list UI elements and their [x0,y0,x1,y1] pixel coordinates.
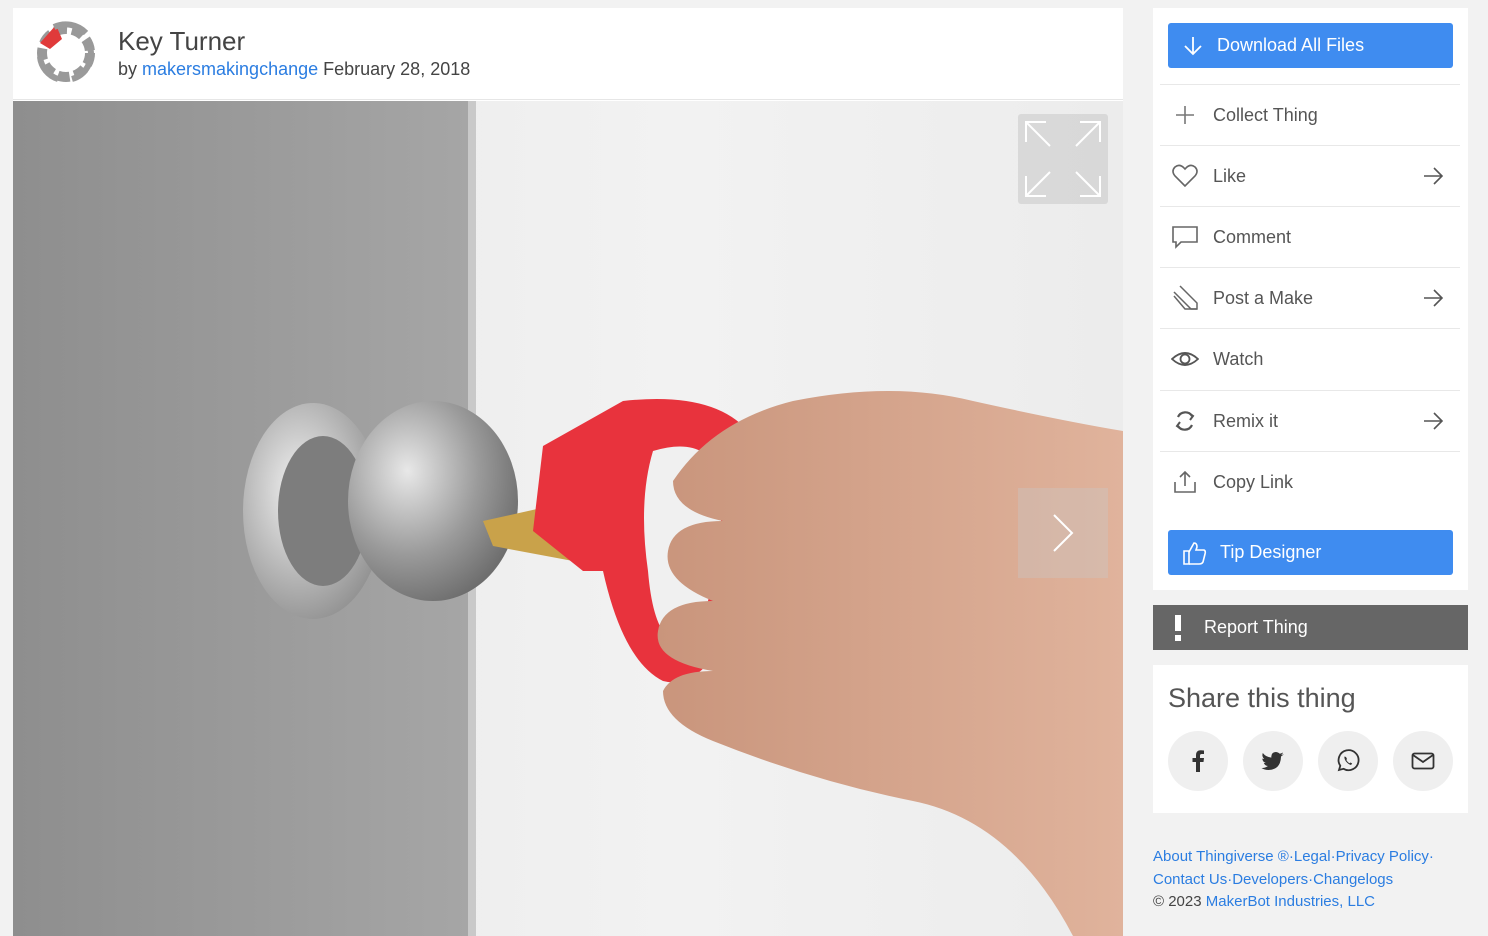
like-label: Like [1213,165,1247,186]
like-button[interactable]: Like [1160,145,1460,206]
share-title: Share this thing [1168,683,1356,713]
share-upload-icon [1174,470,1196,493]
about-thingiverse-link[interactable]: About Thingiverse ® [1153,848,1289,865]
copy-link-button[interactable]: Copy Link [1160,451,1460,512]
post-a-make-label: Post a Make [1213,287,1314,308]
byline-prefix: by [118,59,138,79]
twitter-icon [1261,752,1284,770]
watch-label: Watch [1213,348,1264,369]
expand-icon [1025,121,1101,197]
watch-button[interactable]: Watch [1160,328,1460,389]
eye-icon [1171,352,1199,366]
tip-designer-button[interactable]: Tip Designer [1168,530,1453,575]
comment-icon [1172,226,1198,249]
share-whatsapp-button[interactable] [1318,731,1378,791]
developers-link[interactable]: Developers [1232,871,1308,888]
footer-copyright: © 2023 MakerBot Industries, LLC [1153,891,1473,914]
collect-thing-button[interactable]: Collect Thing [1160,84,1460,145]
thing-title: Key Turner [118,26,246,56]
byline: by makersmakingchange February 28, 2018 [118,59,470,80]
share-email-button[interactable] [1393,731,1453,791]
download-all-files-button[interactable]: Download All Files [1168,23,1453,68]
author-link[interactable]: makersmakingchange [142,59,318,79]
thing-header: Key Turner by makersmakingchange Februar… [13,8,1123,100]
publish-date: February 28, 2018 [323,59,471,79]
report-thing-label: Report Thing [1204,617,1308,637]
post-a-make-button[interactable]: Post a Make [1160,267,1460,328]
plus-icon [1176,106,1194,124]
makersmakingchange-logo-icon[interactable] [31,18,101,88]
exclamation-icon [1175,614,1181,641]
share-twitter-button[interactable] [1243,731,1303,791]
make-icon [1173,285,1198,310]
contact-us-link[interactable]: Contact Us [1153,871,1227,888]
privacy-policy-link[interactable]: Privacy Policy [1336,848,1429,865]
makerbot-link[interactable]: MakerBot Industries, LLC [1206,893,1375,910]
arrow-right-icon [1424,167,1444,185]
comment-label: Comment [1213,226,1292,247]
footer: About Thingiverse ®·Legal·Privacy Policy… [1153,846,1473,914]
remix-icon [1175,411,1195,431]
remix-it-label: Remix it [1213,410,1279,431]
report-thing-button[interactable]: Report Thing [1153,605,1468,650]
arrow-down-icon [1184,36,1202,55]
actions-card: Download All Files Collect Thing Like Co… [1153,8,1468,590]
share-card: Share this thing [1153,665,1468,813]
heart-icon [1172,164,1198,188]
next-image-button[interactable] [1018,488,1108,578]
footer-line-2: Contact Us·Developers·Changelogs [1153,870,1394,888]
arrow-right-icon [1424,412,1444,430]
thing-main-card: Key Turner by makersmakingchange Februar… [13,8,1123,936]
comment-button[interactable]: Comment [1160,206,1460,267]
arrow-right-icon [1424,289,1444,307]
facebook-icon [1192,750,1204,772]
collect-thing-label: Collect Thing [1213,104,1318,125]
photo-illustration [13,101,1123,936]
tip-designer-label: Tip Designer [1220,542,1322,562]
changelogs-link[interactable]: Changelogs [1313,871,1393,888]
share-facebook-button[interactable] [1168,731,1228,791]
thing-photo[interactable] [13,101,1123,936]
whatsapp-icon [1337,749,1360,772]
copyright-text: © 2023 [1153,893,1202,910]
copy-link-label: Copy Link [1213,471,1294,492]
footer-line-1: About Thingiverse ®·Legal·Privacy Policy… [1153,848,1434,865]
legal-link[interactable]: Legal [1294,848,1331,865]
email-icon [1411,752,1435,770]
fullscreen-button[interactable] [1018,114,1108,204]
remix-it-button[interactable]: Remix it [1160,390,1460,451]
chevron-right-icon [1053,514,1074,552]
thumbs-up-icon [1183,541,1207,565]
download-all-files-label: Download All Files [1217,35,1365,55]
